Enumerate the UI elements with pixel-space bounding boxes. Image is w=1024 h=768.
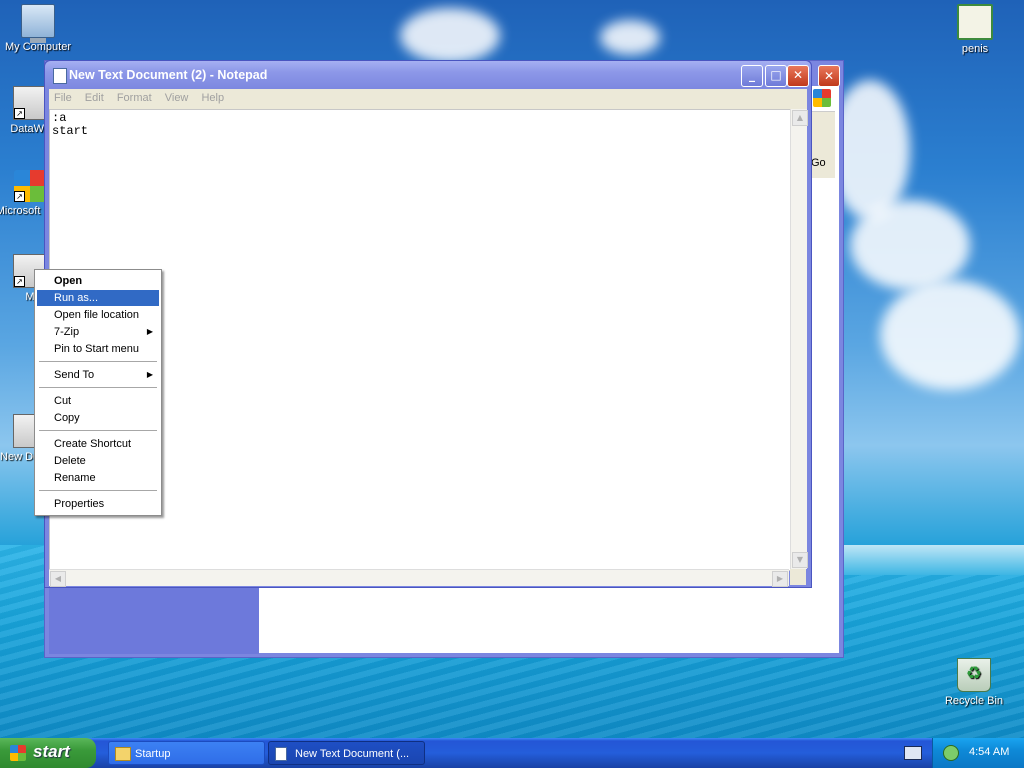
menu-item-label: Send To: [54, 369, 95, 381]
desktop-icon-penis[interactable]: penis: [937, 4, 1013, 55]
folder-icon: [115, 747, 131, 761]
shortcut-arrow-icon: ↗: [14, 191, 25, 202]
menu-item-create-shortcut[interactable]: Create Shortcut: [37, 436, 159, 452]
menu-item-7zip[interactable]: 7-Zip ▶: [37, 324, 159, 340]
desktop-icon-recycle-bin[interactable]: Recycle Bin: [936, 658, 1012, 707]
minimize-button[interactable]: _: [741, 65, 763, 87]
windows-logo-icon: [813, 89, 831, 107]
background-window-task-pane: [49, 588, 259, 654]
menu-item-send-to[interactable]: Send To ▶: [37, 367, 159, 383]
datawa-shortcut-icon: ↗: [13, 86, 47, 120]
horizontal-scrollbar[interactable]: ◀ ▶: [49, 569, 789, 587]
menu-item-pin-to-start[interactable]: Pin to Start menu: [37, 341, 159, 357]
submenu-arrow-icon: ▶: [146, 370, 153, 379]
start-label: start: [33, 742, 70, 761]
menu-item-delete[interactable]: Delete: [37, 453, 159, 469]
notepad-icon: [275, 747, 287, 761]
cloud: [400, 8, 500, 63]
microsoft-cpp-shortcut-icon: ↗: [14, 170, 46, 202]
desktop-icon-my-computer[interactable]: My Computer: [0, 4, 76, 53]
menu-separator: [39, 387, 157, 388]
context-menu: Open Run as... Open file location 7-Zip …: [34, 269, 162, 516]
taskbar-button-label: New Text Document (...: [295, 748, 410, 760]
cloud: [600, 20, 660, 55]
vertical-scrollbar[interactable]: ▲ ▼: [790, 109, 808, 569]
scroll-down-icon[interactable]: ▼: [792, 552, 808, 568]
menu-separator: [39, 361, 157, 362]
maximize-button[interactable]: □: [765, 65, 787, 87]
taskbar: start Startup New Text Document (... 4:5…: [0, 738, 1024, 768]
menu-item-open-file-location[interactable]: Open file location: [37, 307, 159, 323]
menu-edit[interactable]: Edit: [80, 89, 109, 107]
menu-file[interactable]: File: [49, 89, 77, 107]
windows-flag-icon: [10, 745, 26, 761]
notepad-icon: [53, 68, 67, 84]
taskbar-button-notepad[interactable]: New Text Document (...: [268, 741, 425, 765]
desktop-icon-label: Recycle Bin: [944, 695, 1004, 707]
desktop-icon-label: penis: [961, 43, 989, 55]
recycle-bin-icon: [957, 658, 991, 692]
menu-item-cut[interactable]: Cut: [37, 393, 159, 409]
background-window-close-button[interactable]: ✕: [818, 65, 840, 87]
start-button[interactable]: start: [0, 738, 96, 768]
my-computer-icon: [21, 4, 55, 43]
menu-item-label: 7-Zip: [54, 326, 80, 338]
notepad-titlebar[interactable]: New Text Document (2) - Notepad _ □ ✕: [45, 61, 811, 89]
scroll-up-icon[interactable]: ▲: [792, 110, 808, 126]
cloud: [850, 200, 970, 290]
horizon-background: [840, 545, 1024, 575]
submenu-arrow-icon: ▶: [146, 327, 153, 336]
menu-item-rename[interactable]: Rename: [37, 470, 159, 486]
editor-content[interactable]: :a start: [50, 110, 790, 140]
scroll-left-icon[interactable]: ◀: [50, 571, 66, 587]
menu-help[interactable]: Help: [196, 89, 229, 107]
shortcut-arrow-icon: ↗: [14, 108, 25, 119]
shortcut-arrow-icon: ↗: [14, 276, 25, 287]
window-title: New Text Document (2) - Notepad: [69, 68, 268, 82]
menu-bar: File Edit Format View Help: [49, 89, 807, 109]
certificate-icon: [957, 4, 993, 40]
menu-item-open[interactable]: Open: [37, 273, 159, 289]
taskbar-button-startup[interactable]: Startup: [108, 741, 265, 765]
menu-separator: [39, 430, 157, 431]
close-button[interactable]: ✕: [787, 65, 809, 87]
cloud: [880, 280, 1020, 390]
menu-view[interactable]: View: [160, 89, 194, 107]
clock[interactable]: 4:54 AM: [969, 746, 1009, 758]
system-tray: 4:54 AM: [932, 738, 1024, 768]
menu-item-copy[interactable]: Copy: [37, 410, 159, 426]
menu-item-properties[interactable]: Properties: [37, 496, 159, 512]
menu-separator: [39, 490, 157, 491]
scroll-right-icon[interactable]: ▶: [772, 571, 788, 587]
go-button[interactable]: Go: [811, 157, 826, 169]
resize-grip-icon[interactable]: [790, 569, 806, 585]
network-icon[interactable]: [943, 745, 959, 761]
menu-item-run-as[interactable]: Run as...: [37, 290, 159, 306]
taskbar-button-label: Startup: [135, 748, 171, 760]
menu-format[interactable]: Format: [112, 89, 157, 107]
keyboard-icon[interactable]: [904, 746, 922, 760]
